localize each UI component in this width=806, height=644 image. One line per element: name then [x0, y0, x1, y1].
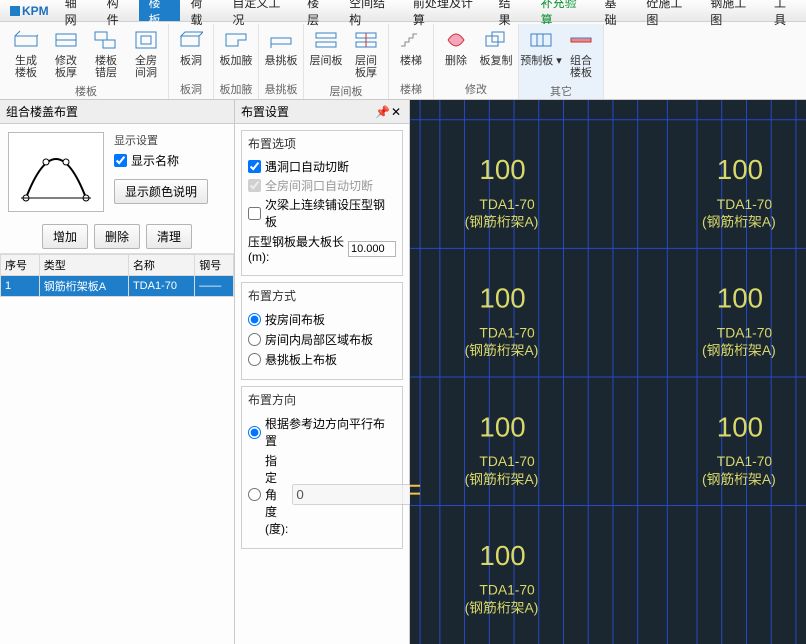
svg-text:(钢筋桁架A): (钢筋桁架A) [702, 214, 776, 230]
menu-concrete[interactable]: 砼施工图 [636, 0, 700, 21]
menu-preprocess[interactable]: 前处理及计算 [403, 0, 489, 21]
ribbon: 生成 楼板 修改 板厚 楼板 错层 全房 间洞 楼板 板洞 板洞 板加腋 板加腋… [0, 22, 806, 100]
svg-text:TDA1-70: TDA1-70 [479, 324, 535, 340]
chk-hole-cut[interactable]: 遇洞口自动切断 [248, 158, 396, 175]
btn-color-legend[interactable]: 显示颜色说明 [114, 179, 208, 204]
btn-inter[interactable]: 层间板 [308, 24, 344, 81]
svg-text:(钢筋桁架A): (钢筋桁架A) [702, 471, 776, 487]
dock-combo-slab: 组合楼盖布置 显示设置 显示名称 显示颜色说明 增加 删除 清理 序号 类型 名… [0, 100, 235, 644]
slab-table[interactable]: 序号 类型 名称 钢号 1 钢筋桁架板A TDA1-70 —— [0, 254, 234, 644]
btn-stair[interactable]: 楼梯 [393, 24, 429, 69]
svg-text:(钢筋桁架A): (钢筋桁架A) [702, 342, 776, 358]
input-max-len[interactable] [348, 241, 396, 257]
btn-clear[interactable]: 清理 [146, 224, 192, 249]
ribbon-group-cant: 悬挑板 悬挑板 [259, 24, 304, 99]
close-icon[interactable]: ✕ [389, 105, 403, 119]
r-angle[interactable]: 指定角度(度): [248, 452, 396, 537]
btn-rib[interactable]: 板加腋 [218, 24, 254, 69]
fs-options: 布置选项 遇洞口自动切断 全房间洞口自动切断 次梁上连续铺设压型钢板 压型钢板最… [241, 130, 403, 276]
btn-gen-slab[interactable]: 生成 楼板 [8, 24, 44, 81]
svg-text:(钢筋桁架A): (钢筋桁架A) [465, 342, 539, 358]
lbl-max-len: 压型钢板最大板长(m): [248, 233, 344, 264]
workspace: 组合楼盖布置 显示设置 显示名称 显示颜色说明 增加 删除 清理 序号 类型 名… [0, 100, 806, 644]
ribbon-group-slab: 生成 楼板 修改 板厚 楼板 错层 全房 间洞 楼板 [4, 24, 169, 99]
btn-del[interactable]: 删除 [94, 224, 140, 249]
menu-steel[interactable]: 钢施工图 [700, 0, 764, 21]
menu-slab[interactable]: 楼板 [139, 0, 181, 21]
svg-text:TDA1-70: TDA1-70 [479, 453, 535, 469]
ribbon-group-hole: 板洞 板洞 [169, 24, 214, 99]
menu-foundation[interactable]: 基础 [594, 0, 636, 21]
table-row[interactable]: 1 钢筋桁架板A TDA1-70 —— [1, 276, 234, 297]
fs-method: 布置方式 按房间布板 房间内局部区域布板 悬挑板上布板 [241, 282, 403, 380]
btn-delete[interactable]: 删除 [438, 24, 474, 69]
ribbon-group-rib: 板加腋 板加腋 [214, 24, 259, 99]
slab-label: 100 TDA1-70 (钢筋桁架A) [465, 154, 539, 229]
svg-text:100: 100 [479, 154, 525, 185]
menu-tools[interactable]: 工具 [764, 0, 806, 21]
svg-text:TDA1-70: TDA1-70 [479, 582, 535, 598]
cad-canvas[interactable]: 100 TDA1-70 (钢筋桁架A) 100TDA1-70(钢筋桁架A) 10… [410, 100, 806, 644]
r-region[interactable]: 房间内局部区域布板 [248, 331, 396, 348]
menu-floor[interactable]: 楼层 [297, 0, 339, 21]
btn-inter-h[interactable]: 层间 板厚 [348, 24, 384, 81]
chk-second-beam[interactable]: 次梁上连续铺设压型钢板 [248, 196, 396, 230]
svg-text:(钢筋桁架A): (钢筋桁架A) [465, 471, 539, 487]
btn-cant[interactable]: 悬挑板 [263, 24, 299, 69]
menu-custom[interactable]: 自定义工况 [222, 0, 297, 21]
r-cant[interactable]: 悬挑板上布板 [248, 351, 396, 368]
pin-icon[interactable]: 📌 [375, 105, 389, 119]
menubar: KPM 轴网 构件 楼板 荷载 自定义工况 楼层 空间结构 前处理及计算 结果 … [0, 0, 806, 22]
menu-member[interactable]: 构件 [97, 0, 139, 21]
r-parallel[interactable]: 根据参考边方向平行布置 [248, 415, 396, 449]
btn-copy[interactable]: 板复制 [478, 24, 514, 69]
section-preview [8, 132, 104, 212]
chk-show-name[interactable]: 显示名称 [114, 152, 226, 169]
ribbon-group-modify: 删除 板复制 修改 [434, 24, 519, 99]
menu-check[interactable]: 补充验算 [531, 0, 595, 21]
btn-add[interactable]: 增加 [42, 224, 88, 249]
svg-text:TDA1-70: TDA1-70 [717, 453, 773, 469]
btn-hole[interactable]: 板洞 [173, 24, 209, 69]
menu-space[interactable]: 空间结构 [339, 0, 403, 21]
dock-layout-settings: 布置设置 📌 ✕ 布置选项 遇洞口自动切断 全房间洞口自动切断 次梁上连续铺设压… [235, 100, 410, 644]
svg-text:100: 100 [717, 154, 763, 185]
menu-load[interactable]: 荷载 [180, 0, 222, 21]
menu-axis[interactable]: 轴网 [55, 0, 97, 21]
svg-text:100: 100 [479, 411, 525, 442]
dock-title: 组合楼盖布置 [0, 100, 234, 124]
svg-text:100: 100 [479, 540, 525, 571]
svg-text:(钢筋桁架A): (钢筋桁架A) [465, 599, 539, 615]
display-heading: 显示设置 [114, 132, 226, 148]
fs-direction: 布置方向 根据参考边方向平行布置 指定角度(度): [241, 386, 403, 549]
chk-whole-cut: 全房间洞口自动切断 [248, 177, 396, 194]
dock2-title: 布置设置 [241, 103, 375, 120]
btn-whole-hole[interactable]: 全房 间洞 [128, 24, 164, 81]
svg-text:100: 100 [717, 283, 763, 314]
btn-prefab[interactable]: 预制板 ▾ [523, 24, 559, 81]
svg-text:TDA1-70: TDA1-70 [479, 196, 535, 212]
btn-mod-thick[interactable]: 修改 板厚 [48, 24, 84, 81]
svg-text:TDA1-70: TDA1-70 [717, 196, 773, 212]
ribbon-group-other: 预制板 ▾ 组合 楼板 其它 [519, 24, 604, 99]
menu-result[interactable]: 结果 [489, 0, 531, 21]
ribbon-group-inter: 层间板 层间 板厚 层间板 [304, 24, 389, 99]
svg-text:100: 100 [479, 283, 525, 314]
svg-text:(钢筋桁架A): (钢筋桁架A) [465, 214, 539, 230]
r-by-room[interactable]: 按房间布板 [248, 311, 396, 328]
btn-combo[interactable]: 组合 楼板 [563, 24, 599, 81]
svg-text:TDA1-70: TDA1-70 [717, 324, 773, 340]
btn-slab-offset[interactable]: 楼板 错层 [88, 24, 124, 81]
app-logo: KPM [4, 0, 55, 21]
ribbon-group-stair: 楼梯 楼梯 [389, 24, 434, 99]
svg-text:100: 100 [717, 411, 763, 442]
